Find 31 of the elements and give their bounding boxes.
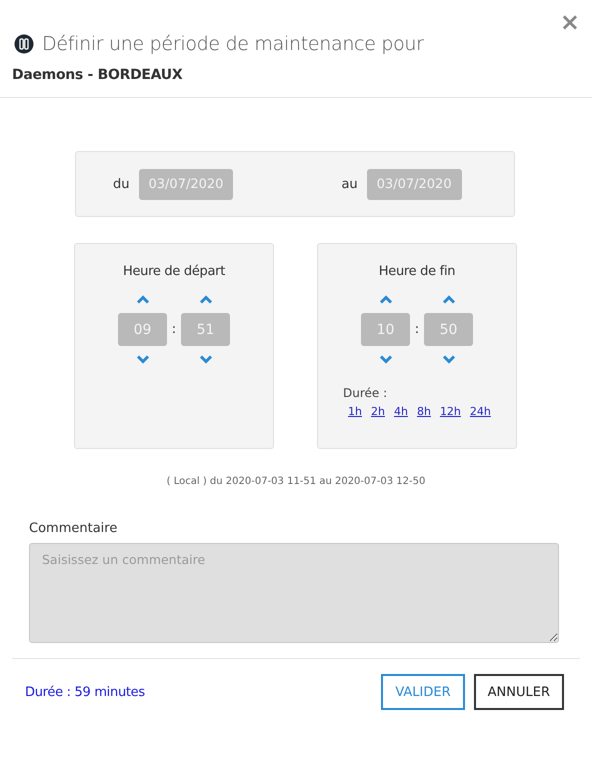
chevron-down-icon[interactable] bbox=[198, 355, 212, 364]
summary-text: ( Local ) du 2020-07-03 11-51 au 2020-07-03 12-50 bbox=[166, 476, 426, 487]
duration-link[interactable]: 4h bbox=[394, 405, 408, 418]
to-label: au bbox=[341, 176, 358, 192]
pause-icon bbox=[14, 34, 34, 54]
chevron-down-icon[interactable] bbox=[136, 355, 150, 364]
dialog-title: Définir une période de maintenance pour bbox=[42, 33, 424, 55]
chevron-down-icon[interactable] bbox=[442, 355, 456, 364]
duration-link[interactable]: 24h bbox=[470, 405, 491, 418]
duration-link[interactable]: 8h bbox=[416, 405, 431, 418]
panel-title: Heure de fin bbox=[378, 264, 456, 279]
comment-label: Commentaire bbox=[29, 521, 118, 536]
chevron-down-icon[interactable] bbox=[378, 355, 392, 364]
panel-title: Heure de départ bbox=[123, 264, 225, 279]
dialog-subtitle: Daemons - BORDEAUX bbox=[12, 67, 184, 83]
duration-label: Durée : bbox=[343, 386, 388, 400]
duration-text: Durée : 59 minutes bbox=[25, 684, 145, 700]
chevron-up-icon[interactable] bbox=[198, 295, 212, 304]
duration-link[interactable]: 2h bbox=[370, 405, 385, 418]
close-button[interactable]: × bbox=[560, 10, 580, 34]
chevron-up-icon[interactable] bbox=[136, 295, 150, 304]
duration-link[interactable]: 1h bbox=[348, 405, 362, 418]
chevron-up-icon[interactable] bbox=[378, 295, 392, 304]
validate-button[interactable]: VALIDER bbox=[381, 674, 465, 710]
duration-link[interactable]: 12h bbox=[440, 405, 461, 418]
time-separator: : bbox=[414, 322, 420, 337]
cancel-button[interactable]: ANNULER bbox=[474, 674, 564, 710]
from-label: du bbox=[113, 176, 130, 192]
time-separator: : bbox=[170, 322, 178, 337]
comment-field[interactable]: Saisissez un commentaire bbox=[29, 543, 559, 643]
chevron-up-icon[interactable] bbox=[442, 295, 456, 304]
